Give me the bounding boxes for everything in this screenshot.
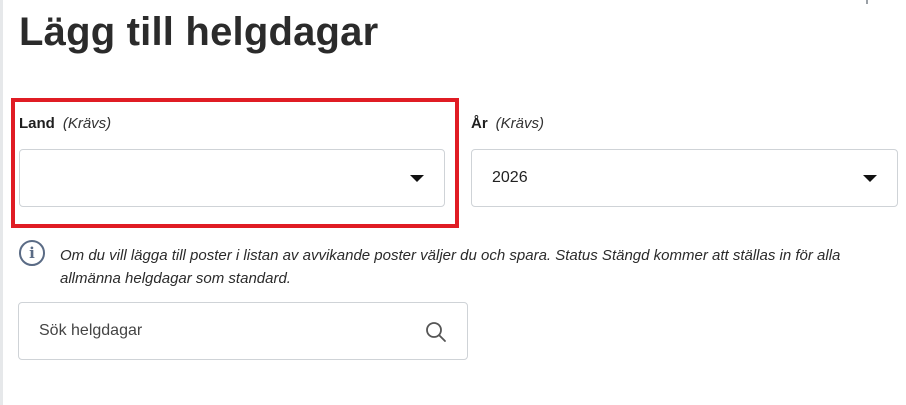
search-input[interactable]: Sök helgdagar: [18, 302, 468, 360]
caret-down-icon: [863, 175, 877, 182]
year-select[interactable]: 2026: [471, 149, 898, 207]
info-text: Om du vill lägga till poster i listan av…: [60, 247, 841, 287]
year-label: År (Krävs): [471, 115, 544, 133]
country-label: Land (Krävs): [19, 115, 111, 133]
year-required-text: (Krävs): [495, 115, 545, 132]
country-required-text: (Krävs): [62, 115, 112, 132]
year-label-text: År: [471, 115, 488, 132]
left-edge-border: [0, 0, 3, 405]
caret-down-icon: [410, 175, 424, 182]
info-icon: i: [19, 240, 45, 266]
top-edge-mark: [866, 0, 868, 4]
page-title: Lägg till helgdagar: [19, 10, 379, 54]
search-icon[interactable]: [425, 321, 447, 343]
year-select-value: 2026: [492, 169, 528, 186]
country-select[interactable]: [19, 149, 445, 207]
country-label-text: Land: [19, 115, 55, 132]
search-placeholder: Sök helgdagar: [39, 322, 143, 339]
